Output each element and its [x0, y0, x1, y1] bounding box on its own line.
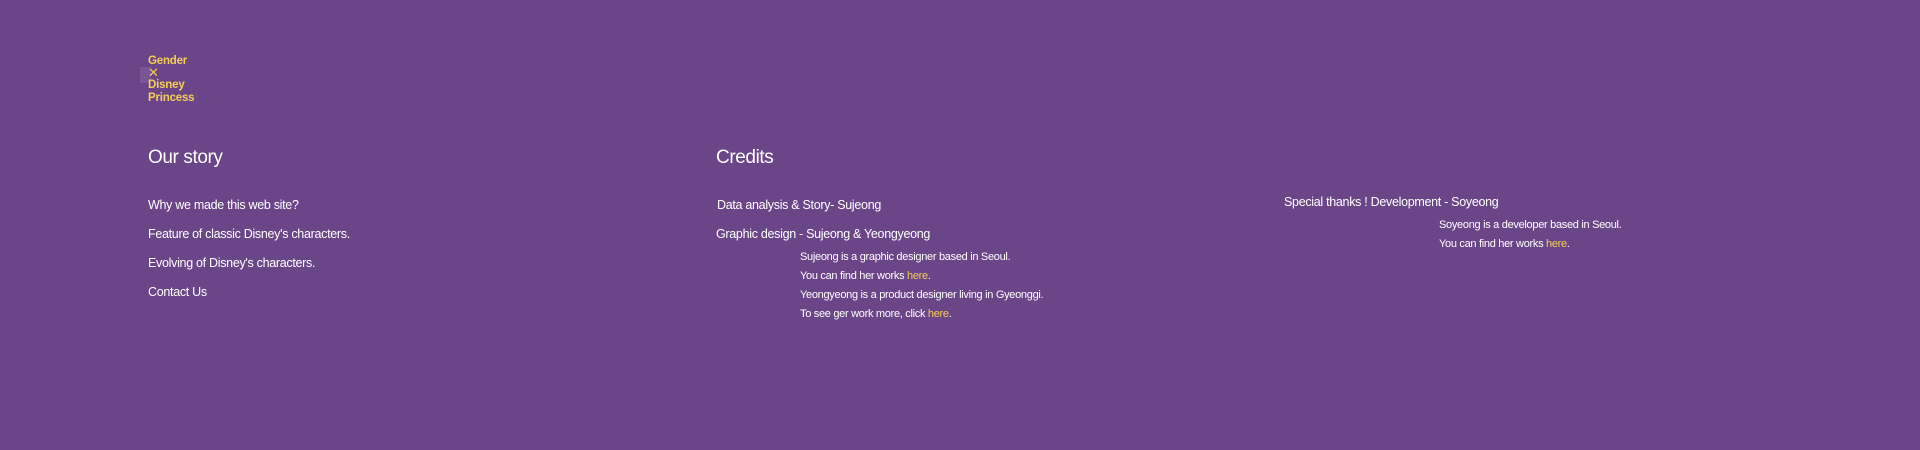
yeongyeong-works-link[interactable]: here	[928, 308, 949, 320]
bio-sujeong-works: You can find her works here.	[800, 267, 1043, 286]
our-story-heading: Our story	[148, 147, 223, 168]
bio-sujeong: Sujeong is a graphic designer based in S…	[800, 251, 1011, 263]
nav-link-contact-us[interactable]: Contact Us	[148, 283, 350, 312]
soyeong-works-link[interactable]: here	[1546, 238, 1567, 250]
sujeong-works-link[interactable]: here	[907, 270, 928, 282]
logo-text-princess: Princess	[148, 91, 195, 104]
story-nav-list: Why we made this web site? Feature of cl…	[148, 196, 350, 312]
bio-soyeong: Soyeong is a developer based in Seoul.	[1439, 219, 1622, 231]
credit-data-analysis: Data analysis & Story- Sujeong	[717, 198, 882, 212]
bio-sujeong-works-suffix: .	[927, 270, 931, 282]
credit-special-thanks: Special thanks ! Development - Soyeong	[1284, 195, 1499, 209]
credit-graphic-design: Graphic design - Sujeong & Yeongyeong	[716, 227, 931, 241]
our-story-section: Our story	[148, 147, 223, 169]
nav-link-feature-classic[interactable]: Feature of classic Disney's characters.	[148, 225, 350, 254]
bio-soyeong-works: You can find her works here.	[1439, 235, 1621, 254]
credits-section: Credits	[716, 147, 774, 169]
nav-link-why-we-made[interactable]: Why we made this web site?	[148, 196, 350, 225]
bio-yeongyeong: Yeongyeong is a product designer living …	[800, 289, 1044, 301]
developer-bio: Soyeong is a developer based in Seoul. Y…	[1439, 216, 1622, 254]
graphic-designers-bio: Sujeong is a graphic designer based in S…	[800, 248, 1044, 324]
bio-soyeong-works-prefix: You can find her works	[1439, 238, 1547, 250]
logo-cross-icon: ✕	[148, 65, 159, 81]
bio-yeongyeong-works-suffix: .	[948, 308, 952, 320]
credits-heading: Credits	[716, 147, 774, 168]
nav-link-evolving[interactable]: Evolving of Disney's characters.	[148, 254, 350, 283]
bio-yeongyeong-works-prefix: To see ger work more, click	[800, 308, 928, 320]
bio-sujeong-works-prefix: You can find her works	[800, 270, 908, 282]
logo-text-disney: Disney	[148, 79, 185, 92]
bio-yeongyeong-works: To see ger work more, click here.	[800, 305, 1043, 324]
site-logo[interactable]: Gender ✕ Disney Princess	[148, 55, 195, 104]
bio-soyeong-works-suffix: .	[1566, 238, 1570, 250]
